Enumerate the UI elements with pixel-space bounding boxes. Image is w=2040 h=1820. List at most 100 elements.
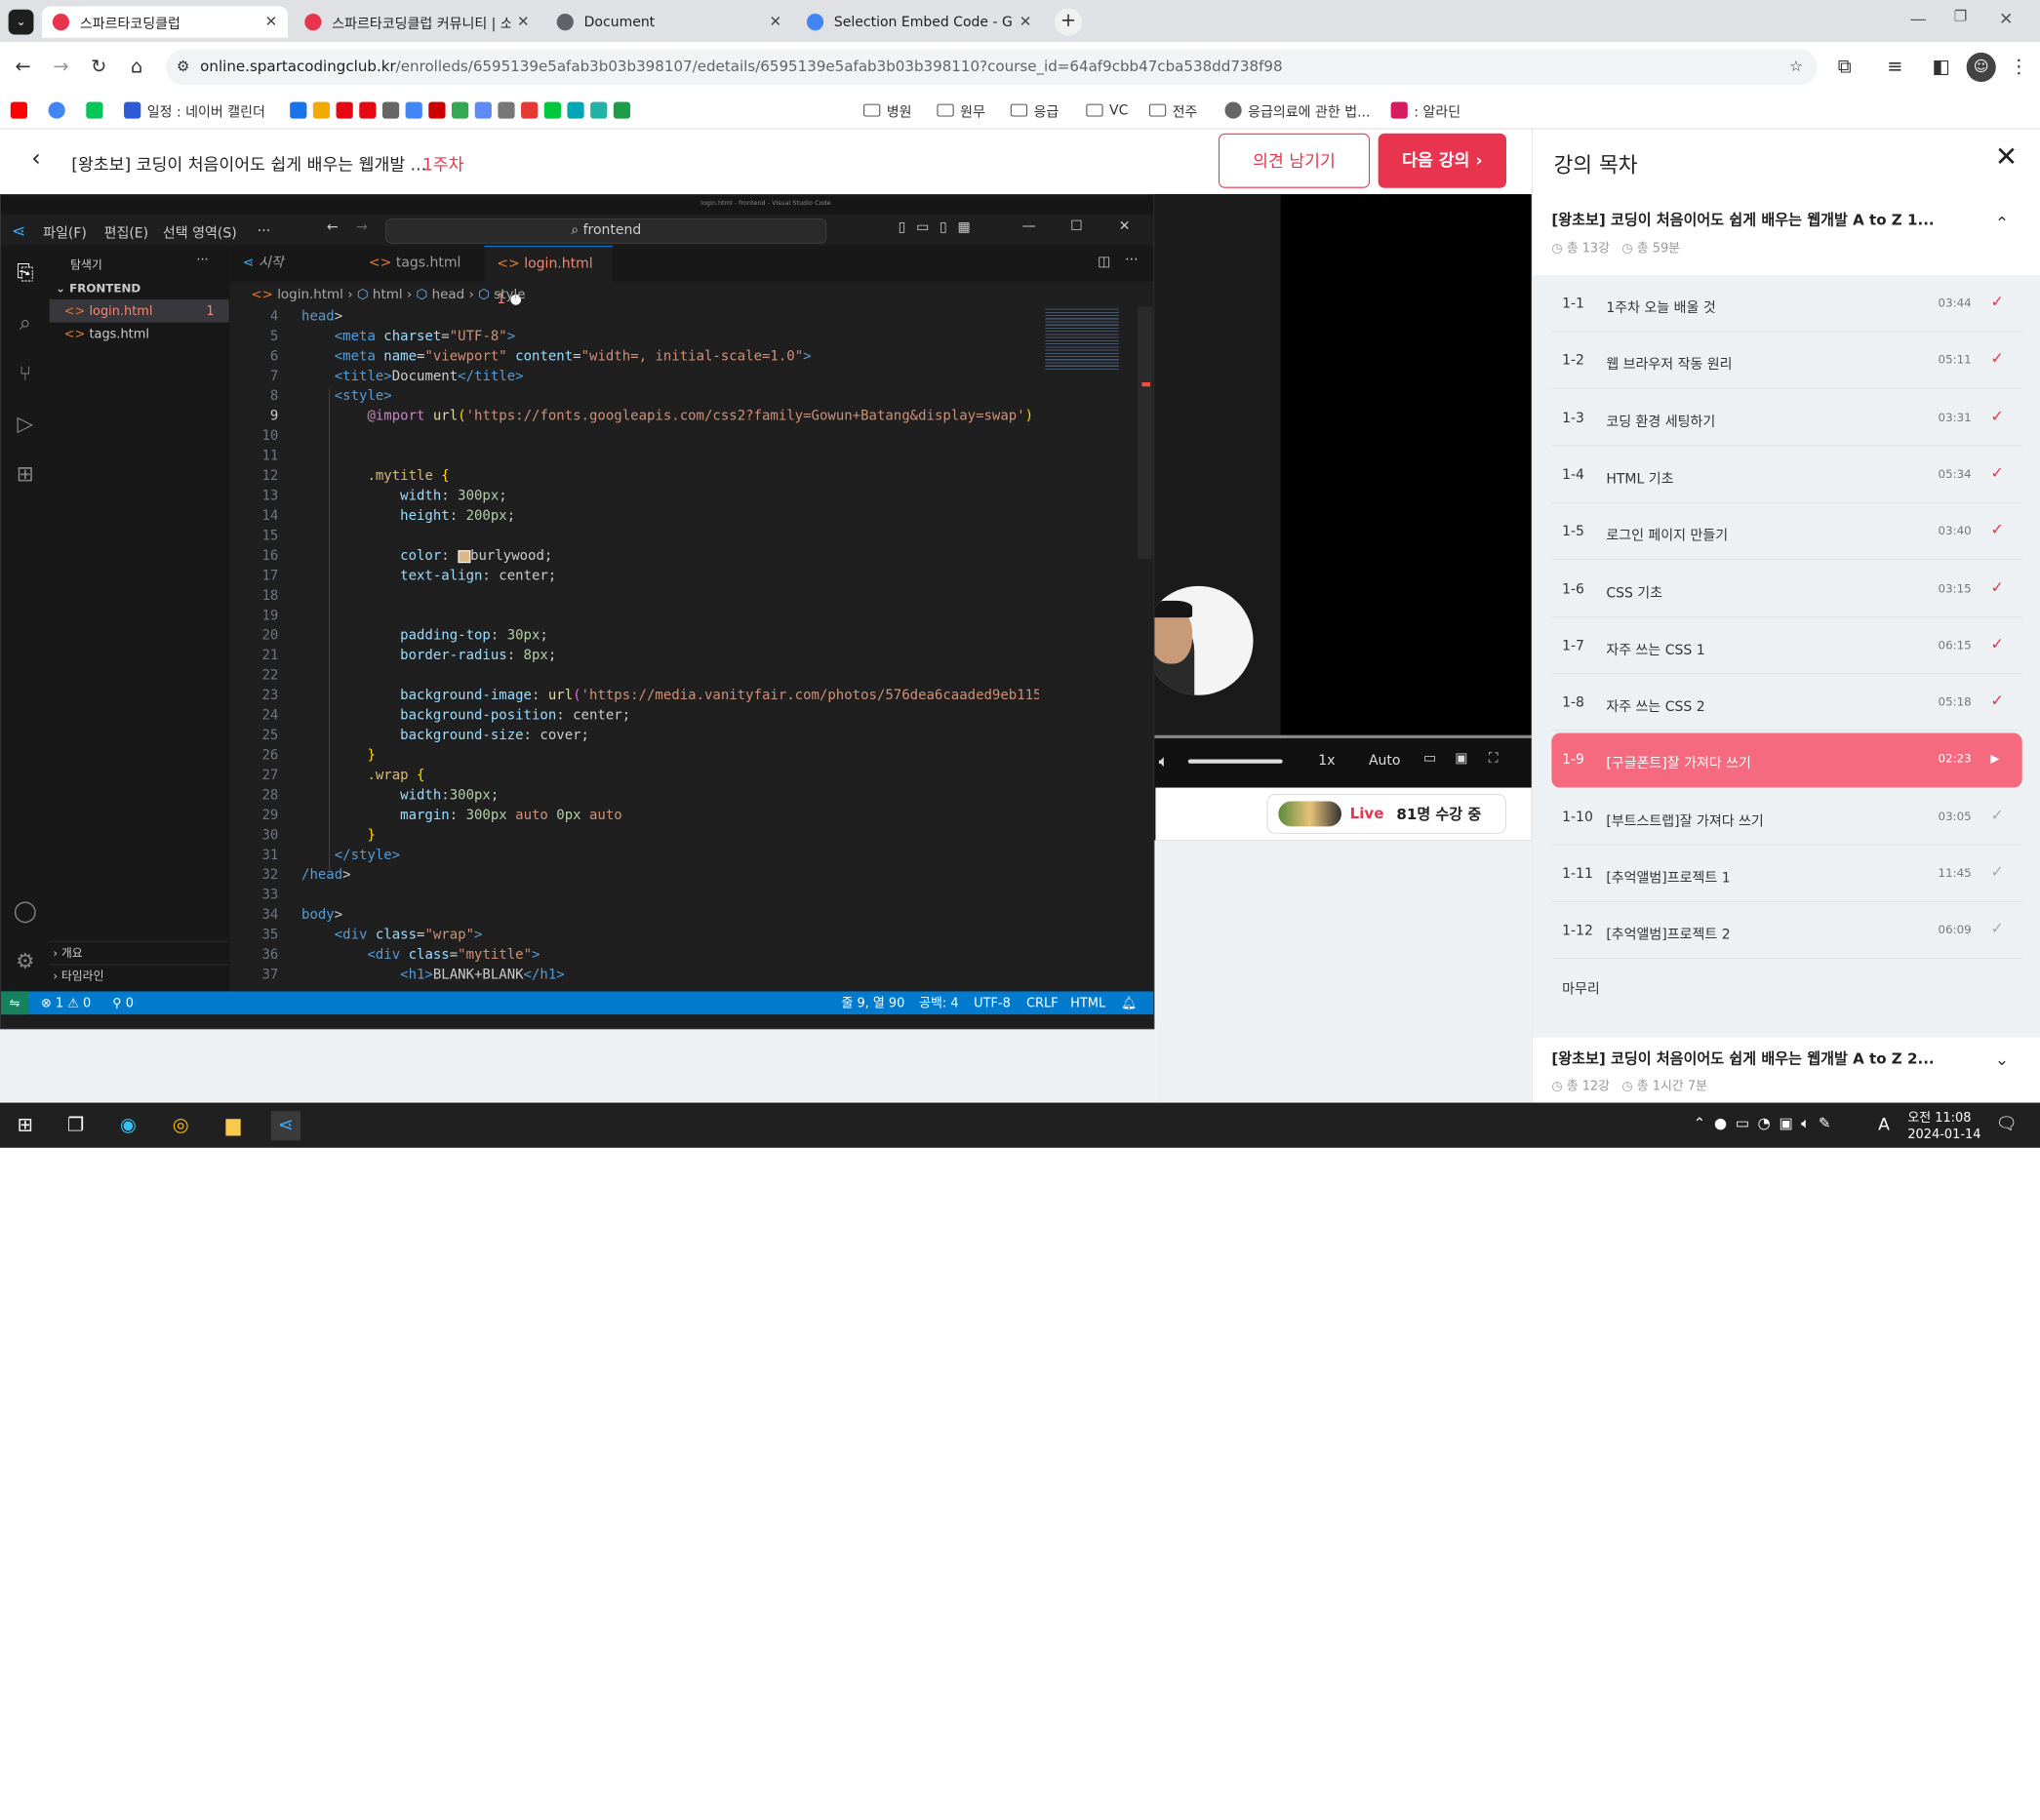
menu-selection[interactable]: 선택 영역(S)	[163, 221, 237, 241]
line-ending[interactable]: CRLF	[1026, 991, 1059, 1014]
vscode-maximize-icon[interactable]: ☐	[1070, 218, 1083, 234]
layout-icons[interactable]: ▯▭▯▦	[899, 219, 981, 235]
breadcrumb-item[interactable]: style	[494, 286, 525, 301]
task-view-icon[interactable]: ❐	[60, 1111, 90, 1140]
fullscreen-icon[interactable]: ⛶	[1489, 751, 1499, 767]
code-editor[interactable]: 4 head> 5 <meta charset="UTF-8"> 6 <meta na…	[230, 306, 1038, 991]
naver-bookmark-icon[interactable]	[86, 100, 109, 119]
tab-tags-html[interactable]: <> tags.html	[356, 246, 484, 282]
file-explorer-icon[interactable]: ▆	[219, 1111, 248, 1140]
editor-more-icon[interactable]: ···	[1125, 252, 1138, 267]
command-center-search[interactable]: ⌕ frontend	[385, 218, 827, 244]
back-chevron-icon[interactable]: ‹	[31, 146, 40, 173]
account-icon[interactable]: ◯	[12, 897, 39, 925]
lesson-item[interactable]: 1-11 [추억앨범]프로젝트 1 11:45 ✓	[1551, 848, 2022, 902]
timeline-section[interactable]: › 타임라인	[49, 964, 229, 988]
clock-date[interactable]: 2024-01-14	[1907, 1127, 1980, 1141]
course-2-title[interactable]: [왕초보] 코딩이 처음이어도 쉽게 배우는 웹개발 A to Z 2...	[1551, 1048, 1934, 1070]
browser-tab[interactable]: 스파르타코딩클럽 커뮤니티 | 소 ✕	[294, 6, 540, 37]
lesson-item[interactable]: 1-4 HTML 기초 05:34 ✓	[1551, 449, 2022, 503]
bookmark-folder-admin[interactable]: 원무	[937, 100, 985, 120]
indentation[interactable]: 공백: 4	[919, 991, 958, 1014]
menu-file[interactable]: 파일(F)	[43, 221, 87, 241]
minimap[interactable]	[1041, 306, 1154, 992]
menu-edit[interactable]: 편집(E)	[104, 221, 149, 241]
playback-speed[interactable]: 1x	[1318, 753, 1335, 769]
tab-close-icon[interactable]: ✕	[769, 14, 781, 30]
browser-tab[interactable]: 스파르타코딩클럽 ✕	[42, 6, 289, 38]
chrome-icon[interactable]: ◎	[166, 1111, 195, 1140]
home-icon[interactable]: ⌂	[122, 53, 151, 82]
tab-login-html[interactable]: <> login.html 1 ●	[484, 245, 613, 307]
remote-icon[interactable]: ⇋	[1, 991, 29, 1015]
new-tab-button[interactable]: +	[1055, 8, 1083, 36]
captions-icon[interactable]: ▭	[1423, 751, 1436, 767]
browser-tab[interactable]: Document ✕	[546, 6, 792, 37]
bookmark-star-icon[interactable]: ☆	[1789, 50, 1803, 86]
lesson-item[interactable]: 1-12 [추억앨범]프로젝트 2 06:09 ✓	[1551, 904, 2022, 960]
tray-icons[interactable]: ⌃●▭◔▣🔈︎✎	[1694, 1115, 1839, 1131]
site-info-icon[interactable]: ⚙	[177, 59, 190, 75]
close-window-icon[interactable]: ✕	[1999, 9, 2013, 28]
lesson-finale[interactable]: 마무리	[1551, 959, 2021, 1013]
edge-icon[interactable]: ◉	[113, 1111, 142, 1140]
bookmark-folder-hospital[interactable]: 병원	[863, 100, 912, 120]
volume-slider[interactable]	[1187, 759, 1283, 764]
tab-close-icon[interactable]: ✕	[517, 14, 530, 30]
lesson-item[interactable]: 1-1 1주차 오늘 배울 것 03:44 ✓	[1551, 277, 2022, 333]
file-tags[interactable]: <> tags.html	[50, 323, 229, 346]
profile-avatar[interactable]: ☺	[1966, 52, 1996, 82]
quality-setting[interactable]: Auto	[1369, 753, 1401, 769]
ports-indicator[interactable]: ⚲ 0	[112, 991, 134, 1014]
encoding[interactable]: UTF-8	[974, 991, 1011, 1014]
misc-bookmark-icons[interactable]	[290, 100, 636, 119]
vscode-close-icon[interactable]: ✕	[1119, 218, 1131, 234]
breadcrumb-item[interactable]: login.html	[277, 286, 343, 301]
chevron-down-icon[interactable]: ⌄	[1995, 1049, 2009, 1069]
bookmark-folder-vc[interactable]: VC	[1086, 100, 1128, 119]
restore-window-icon[interactable]: ❐	[1954, 9, 1968, 25]
windows-start-icon[interactable]: ⊞	[11, 1111, 40, 1140]
minimize-window-icon[interactable]: —	[1909, 9, 1926, 28]
tab-search-button[interactable]: ⌄	[8, 9, 34, 35]
tab-welcome[interactable]: ⋖ 시작	[230, 246, 356, 282]
outline-section[interactable]: › 개요	[49, 940, 229, 966]
extensions-icon[interactable]: ⊞	[12, 460, 39, 488]
search-icon[interactable]: ⌕	[12, 309, 39, 336]
file-login[interactable]: <> login.html 1	[49, 298, 229, 323]
lesson-item[interactable]: 1-7 자주 쓰는 CSS 1 06:15 ✓	[1551, 619, 2022, 675]
notifications-icon[interactable]: 🗨︎	[1996, 1113, 2018, 1132]
youtube-bookmark-icon[interactable]	[10, 100, 34, 119]
explorer-more-icon[interactable]: ···	[196, 252, 208, 266]
problems-indicator[interactable]: ⊗ 1 ⚠ 0	[41, 991, 91, 1014]
lesson-item[interactable]: 1-10 [부트스트랩]잘 가져다 쓰기 03:05 ✓	[1551, 790, 2022, 846]
bookmark-aladin[interactable]: : 알라딘	[1390, 100, 1460, 120]
lesson-item[interactable]: 1-5 로그인 페이지 만들기 03:40 ✓	[1551, 505, 2022, 561]
split-editor-icon[interactable]: ◫	[1098, 255, 1110, 270]
side-panel-icon[interactable]: ◧	[1927, 53, 1956, 82]
extensions-icon[interactable]: ⧉	[1830, 53, 1860, 82]
bookmark-folder-emergency[interactable]: 응급	[1010, 100, 1059, 120]
browser-menu-icon[interactable]: ⋮	[2004, 53, 2033, 82]
close-icon[interactable]: ✕	[1995, 141, 2018, 173]
lesson-item[interactable]: 1-8 자주 쓰는 CSS 2 05:18 ✓	[1551, 677, 2022, 732]
tab-close-icon[interactable]: ✕	[265, 14, 278, 30]
nav-forward-icon[interactable]: →	[356, 219, 368, 235]
vscode-minimize-icon[interactable]: —	[1022, 218, 1036, 234]
explorer-files-icon[interactable]: ⎘	[12, 258, 39, 286]
lesson-item[interactable]: 1-2 웹 브라우저 작동 원리 05:11 ✓	[1551, 335, 2022, 389]
address-bar[interactable]: ⚙ online.spartacodingclub.kr/enrolleds/65…	[166, 49, 1818, 86]
theater-mode-icon[interactable]: ▣	[1455, 751, 1467, 767]
menu-more[interactable]: ...	[258, 219, 270, 235]
forward-icon[interactable]: →	[46, 53, 75, 82]
breadcrumb-item[interactable]: head	[432, 286, 465, 301]
folder-frontend[interactable]: ⌄ FRONTEND	[56, 282, 140, 296]
bookmark-naver-calendar[interactable]: 일정 : 네이버 캘린더	[124, 100, 265, 120]
cursor-position[interactable]: 줄 9, 열 90	[841, 991, 904, 1014]
notifications-bell-icon[interactable]: 🔔︎	[1121, 991, 1137, 1014]
bookmark-folder-jeonju[interactable]: 전주	[1148, 100, 1197, 120]
run-debug-icon[interactable]: ▷	[12, 410, 39, 437]
breadcrumb-item[interactable]: html	[373, 286, 403, 301]
bookmark-emergency-law[interactable]: 응급의료에 관한 법...	[1224, 100, 1370, 120]
feedback-button[interactable]: 의견 남기기	[1219, 133, 1371, 188]
